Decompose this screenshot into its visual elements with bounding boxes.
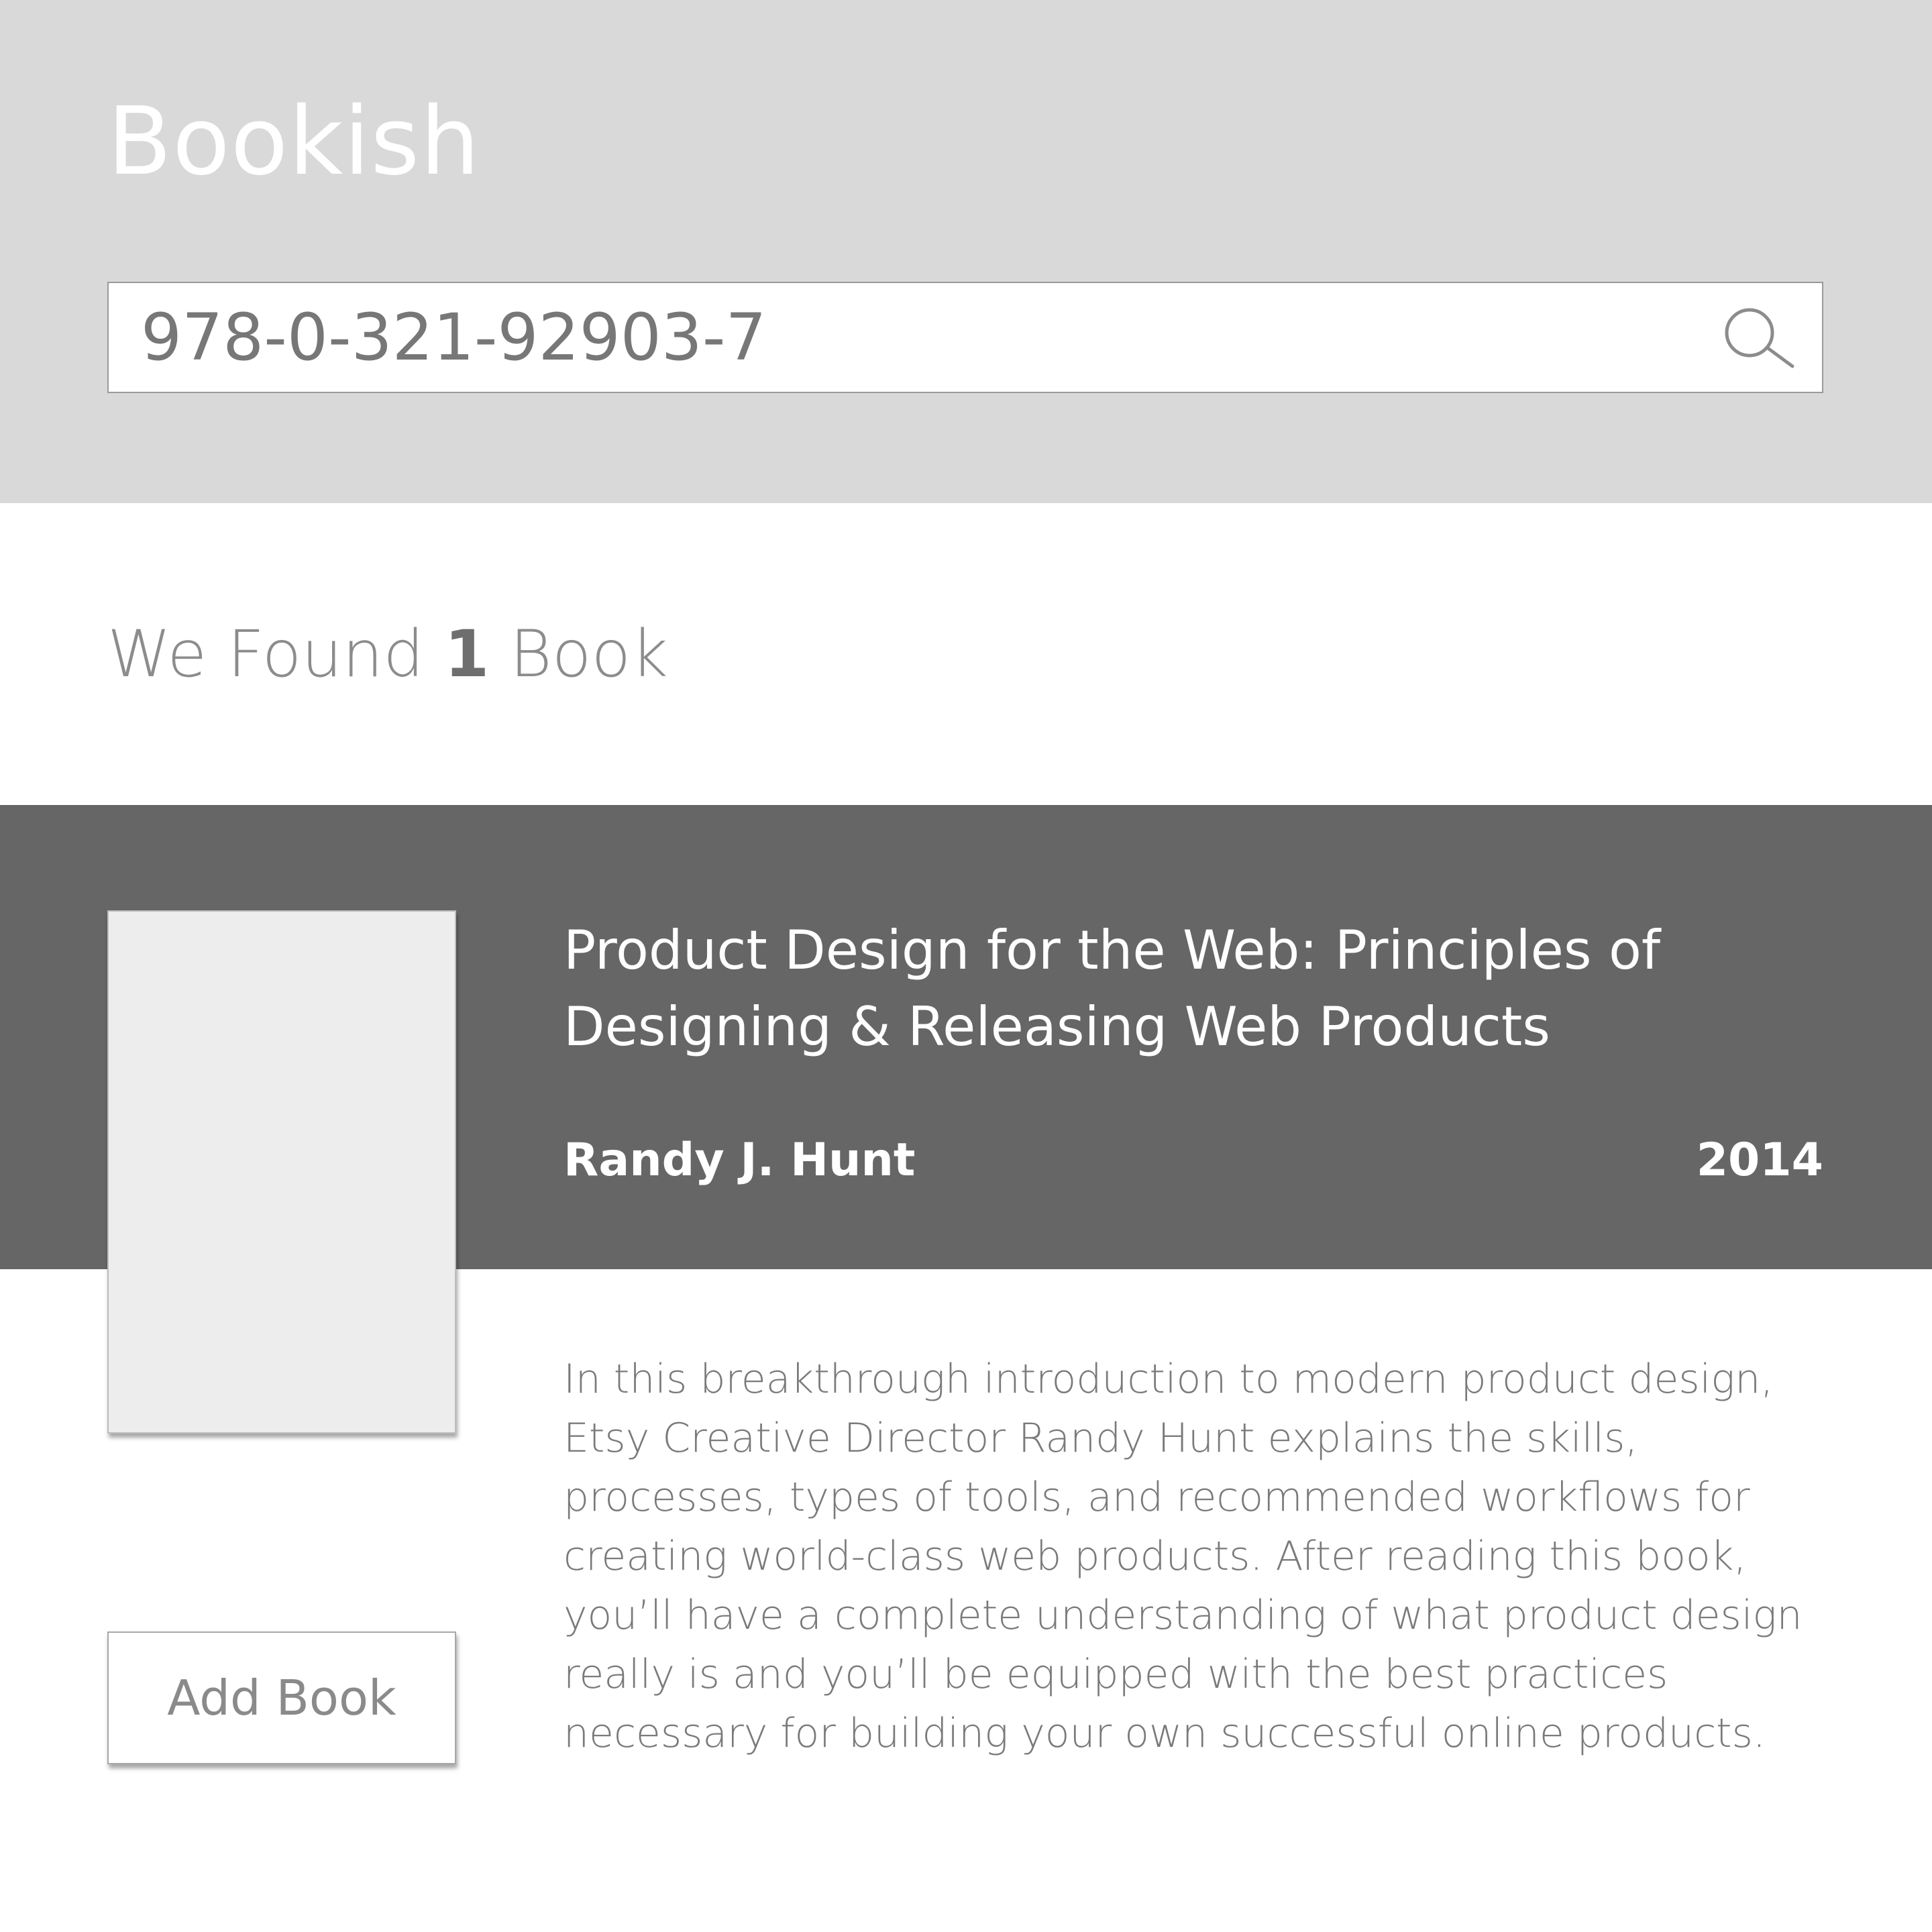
page: Bookish We Found 1 Book Product Design f… (0, 0, 1932, 1932)
add-book-button[interactable]: Add Book (107, 1631, 456, 1764)
results-heading-suffix: Book (489, 616, 668, 692)
book-title: Product Design for the Web: Principles o… (564, 919, 1661, 1058)
results-count: 1 (444, 616, 490, 692)
app-title: Bookish (107, 87, 480, 197)
book-description: In this breakthrough introduction to mod… (564, 1356, 1803, 1757)
results-heading: We Found 1 Book (107, 617, 668, 691)
search-icon[interactable] (1720, 306, 1795, 370)
search-input[interactable] (141, 283, 1684, 392)
header: Bookish (0, 0, 1932, 503)
book-author: Randy J. Hunt (564, 1134, 916, 1187)
book-cover-placeholder (107, 910, 456, 1434)
search-box[interactable] (107, 282, 1823, 393)
book-year: 2014 (1696, 1134, 1823, 1187)
results-heading-prefix: We Found (107, 616, 445, 692)
